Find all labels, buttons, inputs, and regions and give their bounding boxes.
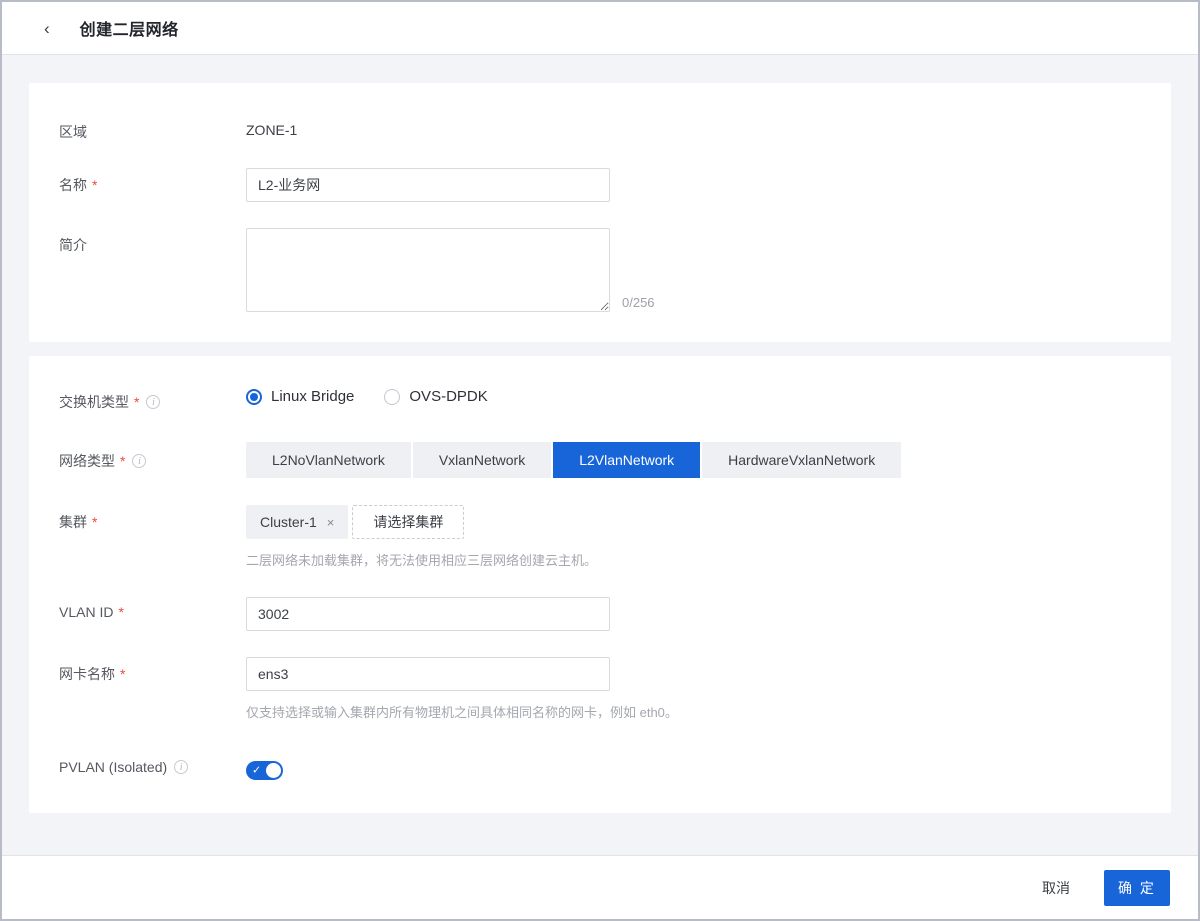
zone-label: 区域 [59,122,87,142]
pvlan-row: PVLAN (Isolated) i ✓ [59,757,1141,783]
nic-name-hint: 仅支持选择或输入集群内所有物理机之间具体相同名称的网卡，例如 eth0。 [246,702,1141,721]
basic-info-card: 区域 ZONE-1 名称 * 简介 [29,83,1171,342]
network-type-l2vlan[interactable]: L2VlanNetwork [553,442,700,478]
page-title: 创建二层网络 [80,16,179,40]
name-input[interactable] [246,168,610,202]
description-label: 简介 [59,235,87,255]
nic-name-row: 网卡名称 * 仅支持选择或输入集群内所有物理机之间具体相同名称的网卡，例如 et… [59,657,1141,721]
required-asterisk: * [120,453,125,469]
vlan-id-input[interactable] [246,597,610,631]
confirm-button[interactable]: 确 定 [1104,870,1170,906]
network-config-card: 交换机类型 * i Linux Bridge OVS-DPDK [29,356,1171,813]
zone-value: ZONE-1 [246,115,1141,138]
switch-type-row: 交换机类型 * i Linux Bridge OVS-DPDK [59,388,1141,412]
back-icon[interactable]: ‹ [40,18,54,39]
name-label: 名称 [59,175,87,195]
required-asterisk: * [134,394,139,410]
cluster-label: 集群 [59,512,87,532]
char-counter: 0/256 [622,295,655,310]
cluster-tag: Cluster-1 × [246,505,348,539]
radio-selected-icon [246,389,262,405]
name-row: 名称 * [59,168,1141,202]
description-textarea[interactable] [246,228,610,312]
info-icon: i [146,395,160,409]
network-type-l2novlan[interactable]: L2NoVlanNetwork [246,442,411,478]
info-icon: i [132,454,146,468]
nic-name-input[interactable] [246,657,610,691]
switch-type-label: 交换机类型 [59,392,129,412]
pvlan-label: PVLAN (Isolated) [59,759,167,775]
network-type-group: L2NoVlanNetwork VxlanNetwork L2VlanNetwo… [246,442,1141,478]
radio-linux-bridge[interactable]: Linux Bridge [246,388,354,405]
form-body: 区域 ZONE-1 名称 * 简介 [2,55,1198,855]
radio-ovs-dpdk[interactable]: OVS-DPDK [384,388,487,405]
vlan-id-label: VLAN ID [59,604,113,620]
remove-cluster-icon[interactable]: × [327,515,335,530]
description-row: 简介 0/256 [59,228,1141,312]
cluster-row: 集群 * Cluster-1 × 请选择集群 二层网络未加载集群，将无法使用相应… [59,505,1141,569]
create-l2-network-page: ‹ 创建二层网络 区域 ZONE-1 名称 * [0,0,1200,921]
network-type-label: 网络类型 [59,451,115,471]
cancel-button[interactable]: 取消 [1032,870,1080,906]
network-type-hardwarevxlan[interactable]: HardwareVxlanNetwork [702,442,901,478]
page-header: ‹ 创建二层网络 [2,2,1198,55]
radio-unselected-icon [384,389,400,405]
check-icon: ✓ [252,765,261,776]
footer-bar: 取消 确 定 [2,855,1198,919]
network-type-row: 网络类型 * i L2NoVlanNetwork VxlanNetwork L2… [59,442,1141,478]
toggle-knob [266,763,281,778]
vlan-id-row: VLAN ID * [59,597,1141,631]
pvlan-toggle[interactable]: ✓ [246,761,283,780]
zone-row: 区域 ZONE-1 [59,115,1141,142]
required-asterisk: * [118,604,123,620]
info-icon: i [174,760,188,774]
required-asterisk: * [92,177,97,193]
nic-name-label: 网卡名称 [59,664,115,684]
required-asterisk: * [92,514,97,530]
required-asterisk: * [120,666,125,682]
network-type-vxlan[interactable]: VxlanNetwork [413,442,551,478]
cluster-hint: 二层网络未加载集群，将无法使用相应三层网络创建云主机。 [246,550,1141,569]
select-cluster-button[interactable]: 请选择集群 [352,505,464,539]
